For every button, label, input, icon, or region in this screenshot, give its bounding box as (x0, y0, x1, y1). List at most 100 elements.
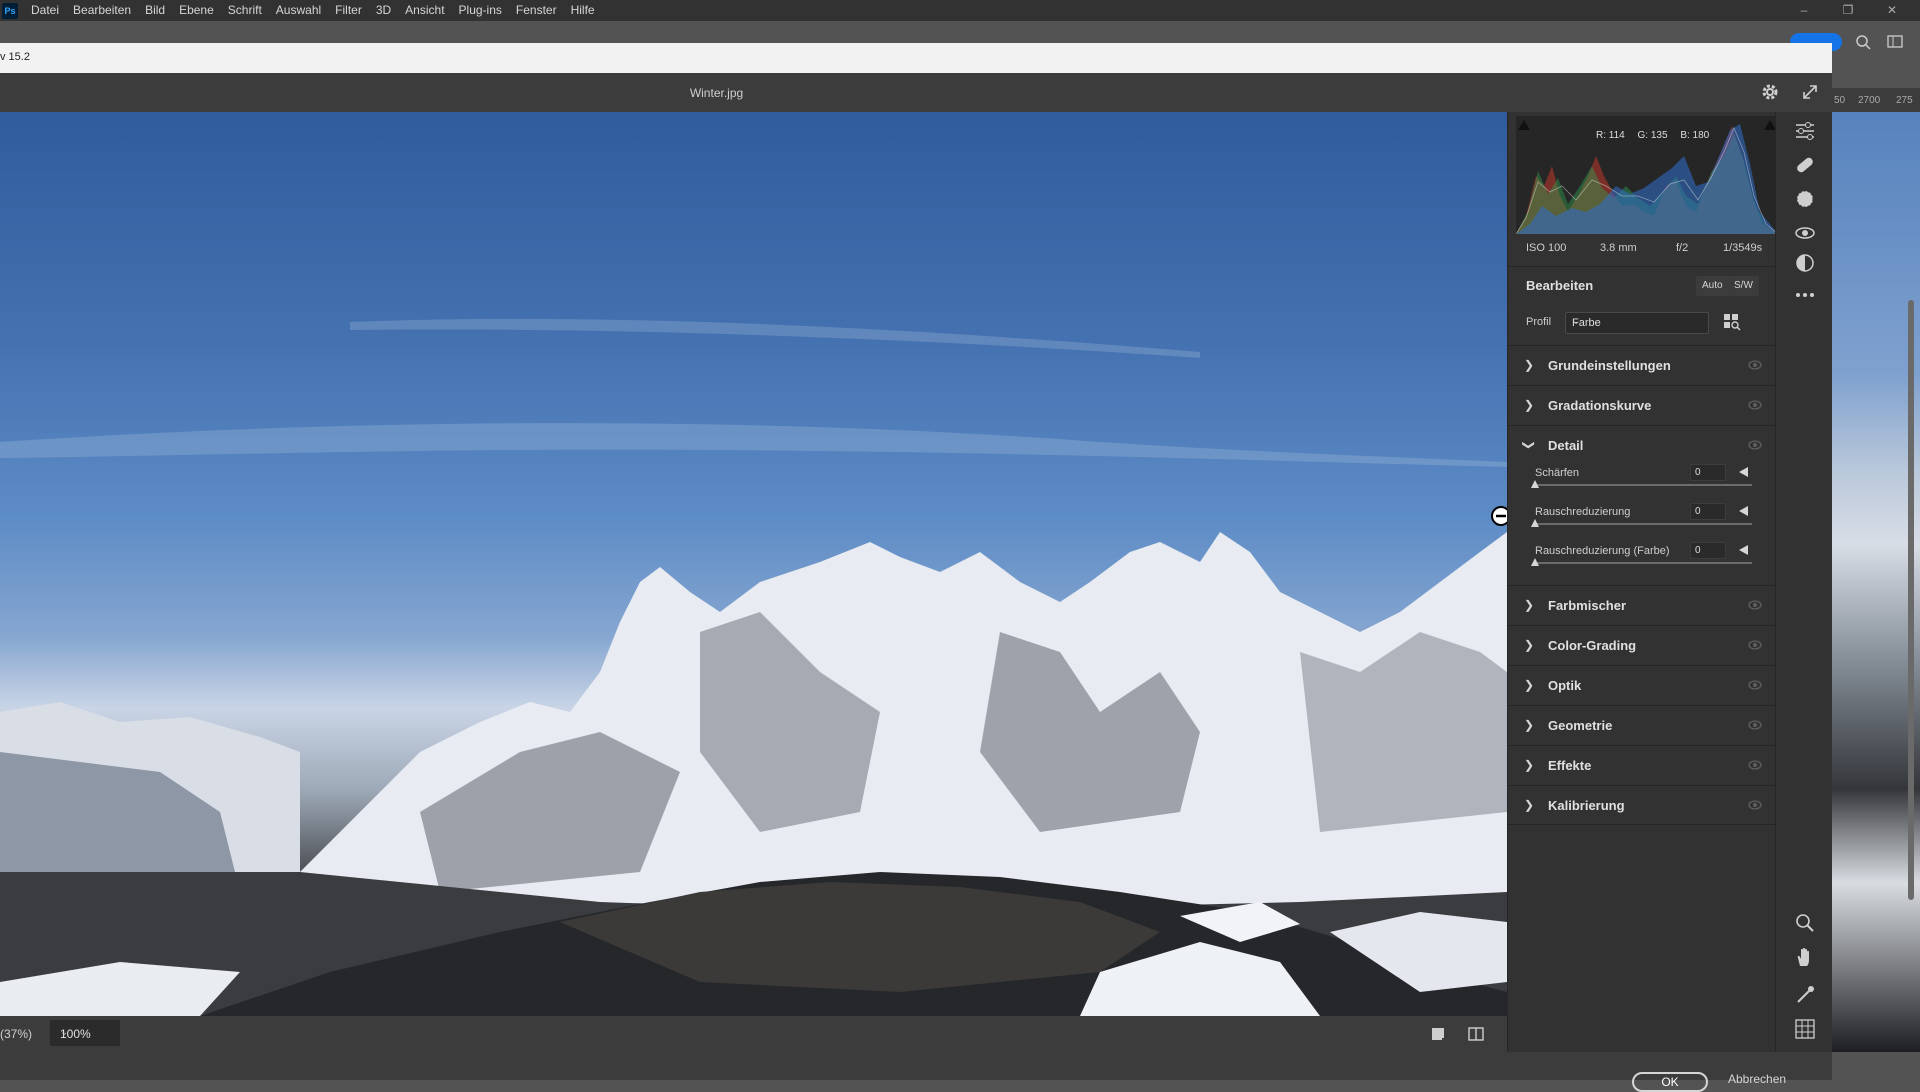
slider-thumb[interactable] (1531, 558, 1539, 566)
eye-icon[interactable] (1748, 799, 1762, 811)
slider-value-input[interactable]: 0 (1690, 464, 1726, 481)
hand-icon[interactable] (1793, 946, 1817, 968)
exif-focal-length: 3.8 mm (1600, 242, 1637, 254)
red-value: R: 114 (1596, 130, 1625, 141)
slider-value-input[interactable]: 0 (1690, 503, 1726, 520)
cancel-button[interactable]: Abbrechen (1728, 1072, 1786, 1086)
zoom-select[interactable]: 100% ⌄ (50, 1020, 120, 1046)
eyedropper-icon[interactable] (1793, 984, 1817, 1006)
background-canvas (1832, 112, 1920, 1052)
profile-row: Profil Farbe ⌄ (1508, 308, 1776, 338)
slider-label: Rauschreduzierung (1535, 506, 1631, 518)
eye-icon[interactable] (1748, 639, 1762, 651)
section-detail[interactable]: ❯ Detail (1508, 425, 1776, 465)
menu-fenster[interactable]: Fenster (509, 0, 564, 21)
menu-plugins[interactable]: Plug-ins (452, 0, 509, 21)
gear-icon[interactable] (1760, 82, 1780, 102)
before-after-icon[interactable] (1466, 1024, 1486, 1044)
slider-thumb[interactable] (1531, 480, 1539, 488)
slider-track[interactable] (1535, 523, 1752, 525)
close-window-button[interactable]: ✕ (1872, 0, 1912, 21)
menu-3d[interactable]: 3D (369, 0, 398, 21)
menu-schrift[interactable]: Schrift (221, 0, 269, 21)
menu-ansicht[interactable]: Ansicht (398, 0, 451, 21)
image-filename: Winter.jpg (689, 86, 744, 100)
slider-track[interactable] (1535, 484, 1752, 486)
eye-icon[interactable] (1748, 439, 1762, 451)
background-ruler: 50 2700 275 (1832, 88, 1920, 112)
black-white-button[interactable]: S/W (1728, 276, 1759, 296)
more-options-icon[interactable] (1793, 284, 1817, 306)
section-title: Detail (1548, 438, 1584, 453)
restore-button[interactable]: ❐ (1828, 0, 1868, 21)
slider-thumb[interactable] (1531, 519, 1539, 527)
slider-color-noise-reduction[interactable]: Rauschreduzierung (Farbe) 0 (1508, 542, 1776, 585)
menu-ebene[interactable]: Ebene (172, 0, 221, 21)
menu-auswahl[interactable]: Auswahl (269, 0, 328, 21)
search-icon[interactable] (1854, 33, 1920, 51)
shadow-clipping-icon[interactable] (1518, 118, 1530, 130)
section-grundeinstellungen[interactable]: ❯ Grundeinstellungen (1508, 345, 1776, 385)
presets-icon[interactable] (1793, 252, 1817, 274)
section-gradationskurve[interactable]: ❯ Gradationskurve (1508, 385, 1776, 425)
section-geometrie[interactable]: ❯ Geometrie (1508, 705, 1776, 745)
zoom-icon[interactable] (1793, 912, 1817, 934)
slider-track[interactable] (1535, 562, 1752, 564)
chevron-down-icon: ⌄ (60, 1027, 69, 1038)
eye-icon[interactable] (1748, 399, 1762, 411)
edit-title: Bearbeiten (1526, 278, 1594, 293)
slider-noise-reduction[interactable]: Rauschreduzierung 0 (1508, 503, 1776, 546)
eye-icon[interactable] (1748, 359, 1762, 371)
section-farbmischer[interactable]: ❯ Farbmischer (1508, 585, 1776, 625)
blue-value: B: 180 (1680, 130, 1710, 141)
section-title: Gradationskurve (1548, 398, 1652, 413)
healing-bandage-icon[interactable] (1793, 154, 1817, 176)
dialog-footer: OK Abbrechen (0, 1052, 1832, 1092)
ok-button[interactable]: OK (1632, 1072, 1708, 1092)
section-color-grading[interactable]: ❯ Color-Grading (1508, 625, 1776, 665)
slider-value-input[interactable]: 0 (1690, 542, 1726, 559)
status-bar: (37%) 100% ⌄ (0, 1016, 1507, 1052)
zoom-percentage: (37%) (0, 1027, 33, 1041)
section-title: Geometrie (1548, 718, 1613, 733)
options-bar (0, 21, 1920, 43)
minimize-button[interactable]: – (1784, 0, 1824, 21)
section-title: Optik (1548, 678, 1582, 693)
menu-datei[interactable]: Datei (24, 0, 66, 21)
reset-triangle-icon[interactable] (1738, 506, 1748, 516)
chevron-right-icon: ❯ (1524, 638, 1535, 652)
top-right-icons (1854, 33, 1920, 51)
menu-hilfe[interactable]: Hilfe (564, 0, 602, 21)
chevron-right-icon: ❯ (1524, 598, 1535, 612)
image-preview[interactable] (0, 112, 1507, 1016)
reset-triangle-icon[interactable] (1738, 545, 1748, 555)
slider-label: Schärfen (1535, 467, 1580, 479)
edit-sliders-icon[interactable] (1793, 120, 1817, 142)
section-optik[interactable]: ❯ Optik (1508, 665, 1776, 705)
chevron-right-icon: ❯ (1524, 798, 1535, 812)
eye-icon[interactable] (1748, 719, 1762, 731)
menu-bearbeiten[interactable]: Bearbeiten (66, 0, 138, 21)
vertical-scrollbar[interactable] (1908, 300, 1914, 900)
eye-icon[interactable] (1748, 679, 1762, 691)
profile-select[interactable]: Farbe ⌄ (1565, 312, 1709, 334)
grid-overlay-icon[interactable] (1793, 1018, 1817, 1040)
menu-bild[interactable]: Bild (138, 0, 172, 21)
red-eye-icon[interactable] (1793, 222, 1817, 244)
section-kalibrierung[interactable]: ❯ Kalibrierung (1508, 785, 1776, 825)
slider-sharpen[interactable]: Schärfen 0 (1508, 464, 1776, 507)
fullscreen-icon[interactable] (1800, 82, 1820, 102)
section-effekte[interactable]: ❯ Effekte (1508, 745, 1776, 785)
eye-icon[interactable] (1748, 759, 1762, 771)
camera-raw-titlebar: v 15.2 (0, 43, 1832, 73)
masking-icon[interactable] (1793, 188, 1817, 210)
chevron-right-icon: ❯ (1524, 718, 1535, 732)
single-view-icon[interactable] (1428, 1024, 1448, 1044)
eye-icon[interactable] (1748, 599, 1762, 611)
filename-bar: Winter.jpg (0, 73, 1832, 112)
reset-triangle-icon[interactable] (1738, 467, 1748, 477)
green-value: G: 135 (1637, 130, 1668, 141)
auto-button[interactable]: Auto (1696, 276, 1729, 296)
profile-browser-icon[interactable] (1722, 312, 1742, 332)
menu-filter[interactable]: Filter (328, 0, 369, 21)
